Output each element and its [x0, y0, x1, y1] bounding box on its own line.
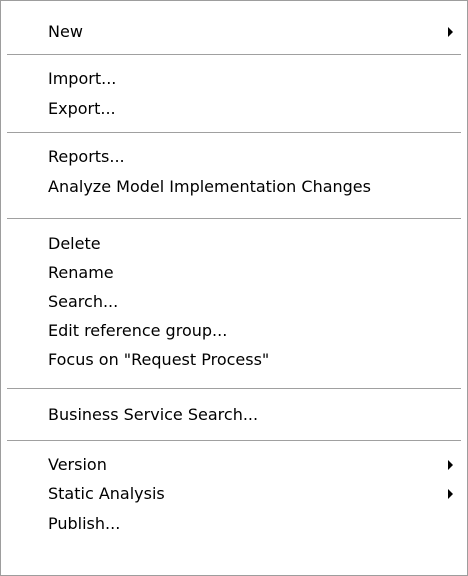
menu-item-label: Focus on "Request Process" [48, 350, 270, 369]
menu-separator [7, 440, 461, 442]
menu-item-label: Publish... [48, 514, 121, 533]
menu-item-business-service-search[interactable]: Business Service Search... [1, 400, 467, 430]
menu-item-label: New [48, 22, 83, 41]
menu-item-label: Analyze Model Implementation Changes [48, 177, 371, 196]
menu-item-reports[interactable]: Reports... [1, 142, 467, 172]
menu-item-label: Reports... [48, 147, 125, 166]
menu-item-version[interactable]: Version [1, 450, 467, 480]
menu-item-search[interactable]: Search... [1, 287, 467, 317]
menu-item-static-analysis[interactable]: Static Analysis [1, 479, 467, 509]
menu-item-label: Edit reference group... [48, 321, 228, 340]
menu-separator [7, 388, 461, 390]
menu-item-import[interactable]: Import... [1, 64, 467, 94]
menu-item-label: Search... [48, 292, 119, 311]
submenu-arrow-icon [448, 460, 453, 470]
menu-separator [7, 132, 461, 134]
menu-item-analyze-model-implementation-changes[interactable]: Analyze Model Implementation Changes [1, 172, 467, 202]
menu-item-rename[interactable]: Rename [1, 258, 467, 288]
menu-item-export[interactable]: Export... [1, 94, 467, 124]
menu-item-label: Delete [48, 234, 101, 253]
submenu-arrow-icon [448, 27, 453, 37]
menu-item-label: Business Service Search... [48, 405, 259, 424]
menu-item-publish[interactable]: Publish... [1, 509, 467, 539]
menu-item-label: Rename [48, 263, 114, 282]
menu-item-focus-on-request-process[interactable]: Focus on "Request Process" [1, 345, 467, 375]
menu-separator [7, 218, 461, 220]
menu-item-label: Export... [48, 99, 116, 118]
menu-item-label: Static Analysis [48, 484, 165, 503]
menu-item-edit-reference-group[interactable]: Edit reference group... [1, 316, 467, 346]
submenu-arrow-icon [448, 489, 453, 499]
menu-separator [7, 54, 461, 56]
menu-item-label: Version [48, 455, 107, 474]
context-menu: New Import... Export... Reports... Analy… [0, 0, 468, 576]
menu-item-new[interactable]: New [1, 17, 467, 47]
menu-item-delete[interactable]: Delete [1, 229, 467, 259]
menu-item-label: Import... [48, 69, 117, 88]
